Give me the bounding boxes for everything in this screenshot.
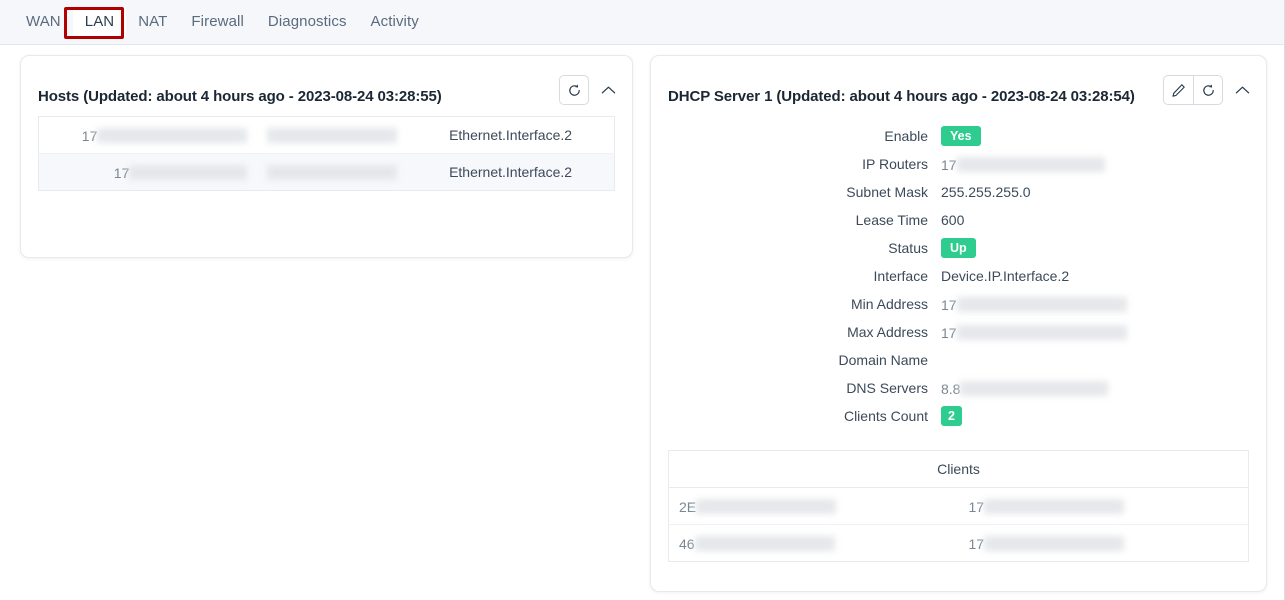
dhcp-server-card: DHCP Server 1 (Updated: about 4 hours ag… — [650, 55, 1267, 592]
redacted-value: 17 — [969, 497, 1125, 515]
redacted-value — [267, 163, 398, 180]
detail-value: 255.255.255.0 — [941, 184, 1031, 200]
hosts-card: Hosts (Updated: about 4 hours ago - 2023… — [20, 55, 633, 258]
detail-value: 17 — [941, 290, 1266, 318]
host-ip-cell: 17 — [39, 117, 258, 154]
tab-lan[interactable]: LAN — [72, 7, 127, 37]
detail-row-min-address: Min Address 17 — [651, 290, 1266, 318]
client-ip-cell: 17 — [959, 488, 1249, 525]
detail-row-domain-name: Domain Name — [651, 346, 1266, 374]
detail-row-max-address: Max Address 17 — [651, 318, 1266, 346]
lan-page: WAN LAN NAT Firewall Diagnostics Activit… — [0, 0, 1285, 600]
detail-label: Interface — [873, 268, 928, 284]
tab-activity[interactable]: Activity — [359, 7, 431, 37]
refresh-icon — [568, 84, 580, 96]
dhcp-refresh-button[interactable] — [1193, 75, 1223, 105]
detail-row-dns-servers: DNS Servers 8.8 — [651, 374, 1266, 402]
chevron-up-icon — [1235, 86, 1249, 94]
detail-value — [941, 346, 1266, 374]
dhcp-button-group — [1163, 75, 1223, 105]
detail-label: Enable — [884, 128, 928, 144]
dhcp-card-header: DHCP Server 1 (Updated: about 4 hours ag… — [651, 56, 1266, 116]
clients-table-wrap: Clients 2E 17 46 17 — [651, 442, 1266, 562]
tab-firewall[interactable]: Firewall — [179, 7, 255, 37]
host-ip-cell: 17 — [38, 153, 258, 191]
detail-value: 8.8 — [941, 374, 1266, 402]
table-row[interactable]: 17 Ethernet.Interface.2 — [39, 117, 615, 154]
detail-row-enable: Enable Yes — [651, 122, 1266, 150]
redacted-value: 17 — [941, 295, 1127, 313]
redacted-value: 17 — [941, 155, 1105, 173]
content-area: Hosts (Updated: about 4 hours ago - 2023… — [0, 45, 1284, 600]
clients-table-header: Clients — [668, 450, 1249, 488]
hosts-collapse-toggle[interactable] — [598, 80, 618, 100]
tab-nat[interactable]: NAT — [126, 7, 179, 37]
detail-label: Domain Name — [838, 352, 928, 368]
detail-label: Lease Time — [855, 212, 928, 228]
detail-row-status: Status Up — [651, 234, 1266, 262]
redacted-value: 17 — [969, 534, 1125, 552]
detail-value: Up — [941, 234, 1266, 262]
client-mac-cell: 46 — [668, 524, 959, 562]
tab-wan[interactable]: WAN — [14, 7, 73, 37]
detail-value: 17 — [941, 318, 1266, 346]
detail-row-subnet-mask: Subnet Mask 255.255.255.0 — [651, 178, 1266, 206]
detail-label: Status — [888, 240, 928, 256]
redacted-value: 2E — [679, 497, 837, 515]
main-tab-bar: WAN LAN NAT Firewall Diagnostics Activit… — [0, 0, 1284, 45]
redacted-value: 17 — [941, 323, 1127, 341]
table-row[interactable]: 2E 17 — [669, 488, 1249, 525]
detail-value: 2 — [941, 402, 1266, 430]
refresh-icon — [1202, 84, 1214, 96]
detail-row-ip-routers: IP Routers 17 — [651, 150, 1266, 178]
detail-value: 600 — [941, 212, 965, 228]
dhcp-collapse-toggle[interactable] — [1232, 80, 1252, 100]
hosts-table: 17 Ethernet.Interface.2 17 Ethernet.Inte… — [38, 116, 615, 191]
host-name-cell — [257, 117, 407, 154]
detail-label: Min Address — [850, 296, 928, 312]
detail-value: Device.IP.Interface.2 — [941, 268, 1070, 284]
hosts-card-header: Hosts (Updated: about 4 hours ago - 2023… — [21, 56, 632, 116]
detail-value: Yes — [941, 122, 1266, 150]
hosts-table-wrap: 17 Ethernet.Interface.2 17 Ethernet.Inte… — [21, 116, 632, 191]
redacted-value — [267, 126, 398, 143]
detail-label: Subnet Mask — [846, 184, 928, 200]
clients-count-badge: 2 — [941, 406, 962, 426]
host-interface-cell: Ethernet.Interface.2 — [449, 127, 573, 143]
detail-label: Clients Count — [843, 408, 928, 424]
detail-value: 17 — [941, 150, 1266, 178]
dhcp-card-actions — [1163, 75, 1252, 105]
redacted-value: 46 — [679, 534, 835, 552]
detail-label: DNS Servers — [846, 380, 928, 396]
hosts-card-title: Hosts (Updated: about 4 hours ago - 2023… — [38, 87, 442, 105]
hosts-card-actions — [559, 75, 618, 105]
tab-diagnostics[interactable]: Diagnostics — [256, 7, 359, 37]
detail-label: IP Routers — [862, 156, 928, 172]
hosts-refresh-button[interactable] — [559, 75, 589, 105]
host-name-cell — [257, 153, 408, 191]
table-row[interactable]: 17 Ethernet.Interface.2 — [38, 153, 615, 191]
status-badge: Yes — [941, 126, 981, 146]
client-mac-cell: 2E — [669, 488, 959, 525]
detail-row-interface: Interface Device.IP.Interface.2 — [651, 262, 1266, 290]
pencil-icon — [1172, 83, 1185, 97]
dhcp-detail-list: Enable Yes IP Routers 17 Subnet Mask 255… — [651, 116, 1266, 442]
redacted-value: 17 — [114, 163, 248, 181]
clients-table-header-row: Clients — [668, 450, 1249, 488]
detail-row-clients-count: Clients Count 2 — [651, 402, 1266, 430]
dhcp-card-title: DHCP Server 1 (Updated: about 4 hours ag… — [668, 87, 1135, 105]
chevron-up-icon — [601, 86, 615, 94]
dhcp-edit-button[interactable] — [1163, 75, 1193, 105]
redacted-value: 17 — [82, 126, 248, 144]
status-badge: Up — [941, 238, 976, 258]
client-ip-cell: 17 — [958, 524, 1249, 562]
detail-row-lease-time: Lease Time 600 — [651, 206, 1266, 234]
clients-table: Clients 2E 17 46 17 — [668, 450, 1249, 562]
redacted-value: 8.8 — [941, 379, 1109, 397]
table-row[interactable]: 46 17 — [668, 524, 1249, 562]
host-interface-cell: Ethernet.Interface.2 — [407, 153, 615, 191]
detail-label: Max Address — [847, 324, 928, 340]
